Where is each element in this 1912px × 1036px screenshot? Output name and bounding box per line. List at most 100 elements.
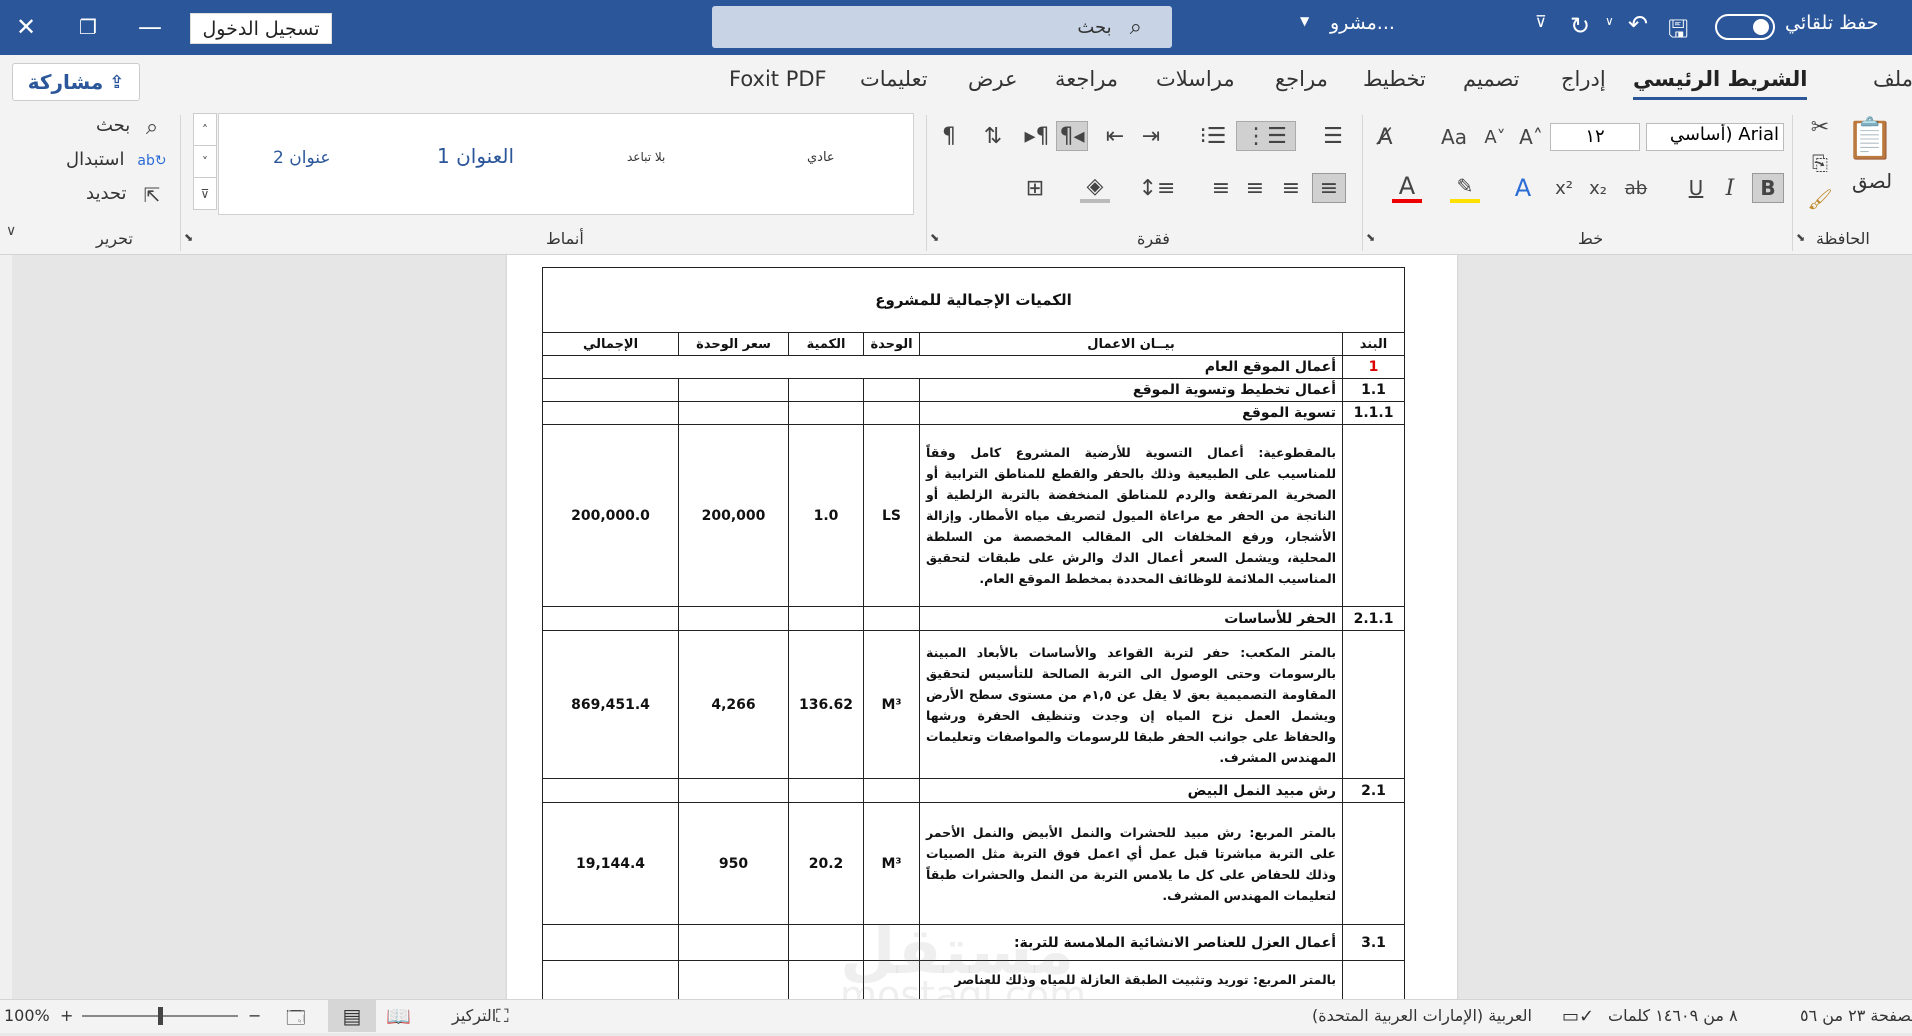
- font-size-select[interactable]: ١٢: [1550, 123, 1640, 151]
- text-effects-icon[interactable]: A: [1508, 173, 1538, 203]
- tab-design[interactable]: تصميم: [1463, 67, 1520, 91]
- subscript-button[interactable]: x₂: [1584, 173, 1612, 203]
- tab-insert[interactable]: إدراج: [1561, 67, 1606, 91]
- tab-help[interactable]: تعليمات: [860, 67, 928, 91]
- sort-icon[interactable]: ⇅: [978, 121, 1008, 151]
- paste-icon[interactable]: 📋: [1845, 113, 1895, 163]
- item-desc: أعمال تخطيط وتسوية الموقع: [919, 378, 1344, 402]
- decrease-indent-icon[interactable]: ⇤: [1100, 121, 1130, 151]
- cut-icon[interactable]: ✂: [1808, 115, 1832, 140]
- bullets-icon[interactable]: ☰: [1318, 121, 1348, 151]
- tab-mailings[interactable]: مراسلات: [1156, 67, 1235, 91]
- clear-formatting-icon[interactable]: A̸: [1370, 123, 1400, 151]
- bold-button[interactable]: B: [1752, 173, 1784, 203]
- align-right-icon[interactable]: ≡: [1312, 173, 1346, 203]
- doc-dropdown-icon[interactable]: ▼: [1300, 14, 1309, 28]
- vertical-ruler: [0, 255, 12, 999]
- style-heading-2[interactable]: عنوان 2: [273, 148, 331, 168]
- redo-icon[interactable]: ↻: [1570, 12, 1590, 40]
- shrink-font-icon[interactable]: A˅: [1482, 123, 1508, 151]
- print-layout-icon[interactable]: ▤: [328, 1000, 376, 1032]
- superscript-button[interactable]: x²: [1550, 173, 1578, 203]
- font-color-icon[interactable]: A: [1392, 172, 1422, 203]
- tab-file[interactable]: ملف: [1873, 67, 1912, 91]
- font-launcher-icon[interactable]: ⬊: [1366, 231, 1375, 244]
- paste-label[interactable]: لصق: [1852, 169, 1892, 193]
- tab-references[interactable]: مراجع: [1275, 67, 1328, 91]
- styles-launcher-icon[interactable]: ⬊: [184, 231, 193, 244]
- undo-icon[interactable]: ↶: [1628, 10, 1648, 38]
- grow-font-icon[interactable]: A˄: [1518, 123, 1544, 151]
- select-icon[interactable]: ⇱: [140, 183, 164, 207]
- replace-icon[interactable]: ab↻: [137, 149, 166, 173]
- focus-label[interactable]: التركيز: [452, 1006, 496, 1025]
- highlight-icon[interactable]: ✎: [1450, 173, 1480, 203]
- styles-gallery: عادي بلا تباعد العنوان 1 عنوان 2: [218, 113, 914, 215]
- borders-icon[interactable]: ⊞: [1020, 173, 1050, 203]
- document-name[interactable]: مشرو...: [1330, 12, 1395, 34]
- search-box[interactable]: بحث ⌕: [712, 6, 1172, 48]
- table-title: الكميات الإجمالية للمشروع: [541, 267, 1406, 333]
- styles-more-icon[interactable]: ⊽: [193, 177, 217, 210]
- zoom-level[interactable]: 100%: [4, 1006, 50, 1025]
- zoom-in-icon[interactable]: +: [60, 1006, 73, 1025]
- item-desc: أعمال الموقع العام: [541, 355, 1344, 379]
- italic-button[interactable]: I: [1716, 173, 1744, 203]
- undo-dropdown-icon[interactable]: ∨: [1605, 14, 1614, 28]
- customize-qat-icon[interactable]: ⊽: [1535, 12, 1547, 31]
- justify-icon[interactable]: ≡: [1276, 173, 1306, 203]
- item-number: 2.1: [1342, 778, 1406, 803]
- autosave-label: حفظ تلقائي: [1785, 12, 1879, 34]
- share-button[interactable]: مشاركة ⇪: [12, 63, 140, 101]
- style-heading-1[interactable]: العنوان 1: [437, 144, 514, 168]
- paragraph-launcher-icon[interactable]: ⬊: [930, 231, 939, 244]
- page-count[interactable]: الصفحة ٢٣ من ٥٦: [1800, 1006, 1912, 1025]
- styles-scroll-up-icon[interactable]: ˄: [193, 113, 217, 146]
- tab-review[interactable]: مراجعة: [1055, 67, 1118, 91]
- zoom-slider-thumb[interactable]: [158, 1007, 163, 1025]
- styles-group-label: أنماط: [546, 229, 584, 248]
- line-spacing-icon[interactable]: ↕≡: [1139, 173, 1176, 203]
- style-normal[interactable]: عادي: [807, 150, 835, 165]
- clipboard-launcher-icon[interactable]: ⬊: [1796, 231, 1805, 244]
- rtl-direction-icon[interactable]: ¶◂: [1056, 121, 1088, 151]
- format-painter-icon[interactable]: 🖌: [1807, 187, 1832, 211]
- close-icon[interactable]: ✕: [10, 10, 42, 44]
- clipboard-group-label: الحافظة: [1816, 229, 1870, 248]
- select-label[interactable]: تحديد: [86, 183, 127, 204]
- strikethrough-button[interactable]: ab: [1620, 173, 1652, 203]
- word-count[interactable]: ٨ من ١٤٦٠٩ كلمات: [1608, 1006, 1738, 1025]
- proofing-icon[interactable]: ▭✓: [1562, 1006, 1594, 1027]
- autosave-toggle[interactable]: [1715, 14, 1775, 40]
- show-marks-icon[interactable]: ¶: [934, 121, 964, 151]
- multilevel-list-icon[interactable]: ⁝☰: [1196, 121, 1230, 151]
- focus-icon[interactable]: ⛶: [496, 1006, 509, 1027]
- align-center-icon[interactable]: ≡: [1240, 173, 1270, 203]
- tab-view[interactable]: عرض: [968, 67, 1018, 91]
- underline-button[interactable]: U: [1682, 173, 1710, 203]
- collapse-ribbon-icon[interactable]: ∨: [6, 223, 16, 239]
- restore-icon[interactable]: ❐: [72, 10, 104, 44]
- replace-label[interactable]: استبدال: [66, 149, 124, 170]
- tab-home[interactable]: الشريط الرئيسي: [1633, 67, 1808, 100]
- find-icon[interactable]: ⌕: [140, 115, 164, 140]
- align-left-icon[interactable]: ≡: [1206, 173, 1236, 203]
- font-name-select[interactable]: Arial (أساسي: [1646, 123, 1784, 151]
- shading-icon[interactable]: ◈: [1080, 173, 1110, 203]
- save-icon[interactable]: 🖫: [1668, 12, 1688, 53]
- read-mode-icon[interactable]: 📖: [386, 1004, 411, 1028]
- change-case-icon[interactable]: Aa: [1436, 123, 1472, 151]
- styles-scroll-down-icon[interactable]: ˅: [193, 145, 217, 178]
- minimize-icon[interactable]: —: [134, 10, 166, 44]
- signin-button[interactable]: تسجيل الدخول: [190, 13, 332, 44]
- numbering-icon[interactable]: ⋮☰: [1236, 121, 1296, 151]
- tab-foxit[interactable]: Foxit PDF: [729, 67, 827, 91]
- language-label[interactable]: العربية (الإمارات العربية المتحدة): [1312, 1006, 1532, 1025]
- style-no-spacing[interactable]: بلا تباعد: [627, 150, 665, 164]
- find-label[interactable]: بحث: [96, 115, 130, 136]
- tab-layout[interactable]: تخطيط: [1363, 67, 1426, 91]
- copy-icon[interactable]: ⎘: [1808, 151, 1832, 175]
- increase-indent-icon[interactable]: ⇥: [1136, 121, 1166, 151]
- zoom-out-icon[interactable]: −: [248, 1006, 261, 1025]
- ltr-direction-icon[interactable]: ▸¶: [1022, 121, 1052, 151]
